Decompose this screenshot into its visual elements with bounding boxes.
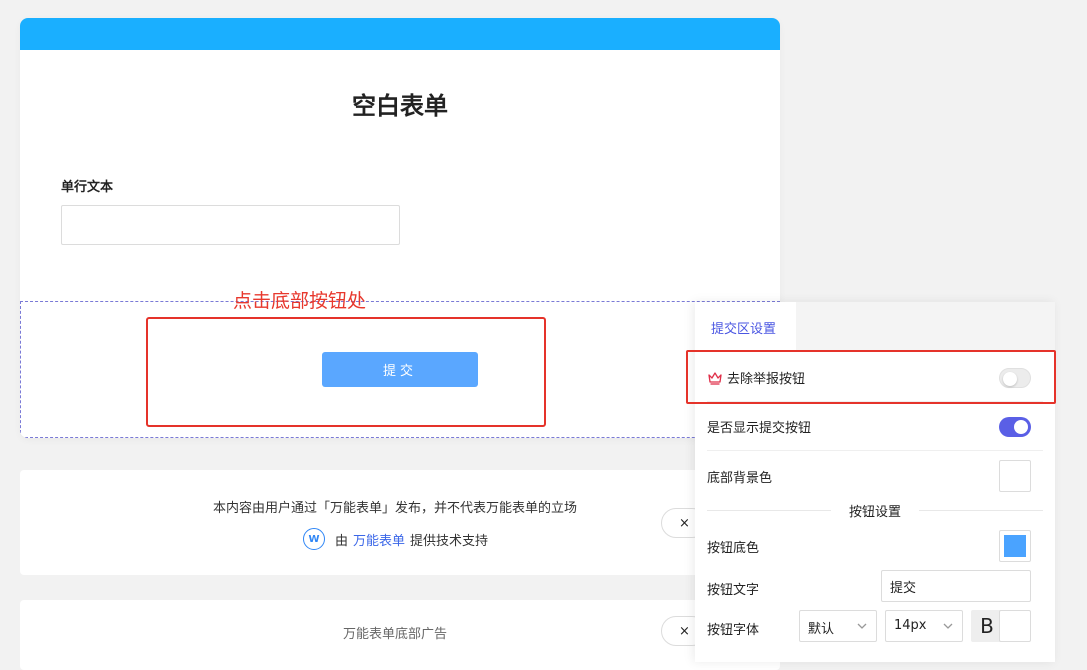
button-text-input[interactable] xyxy=(881,570,1031,602)
remove-report-label: 去除举报按钮 xyxy=(727,372,806,387)
button-bg-label: 按钮底色 xyxy=(707,540,760,556)
swatch-fill xyxy=(1004,615,1026,637)
bottom-bg-color-swatch[interactable] xyxy=(999,460,1031,492)
show-submit-toggle[interactable] xyxy=(999,417,1031,437)
show-submit-row: 是否显示提交按钮 xyxy=(707,403,1043,451)
show-submit-label: 是否显示提交按钮 xyxy=(707,421,812,436)
font-color-swatch[interactable] xyxy=(999,610,1031,642)
font-family-value: 默认 xyxy=(808,622,835,637)
tab-submit-area-settings[interactable]: 提交区设置 xyxy=(695,302,796,350)
button-text-label: 按钮文字 xyxy=(707,583,760,598)
form-title: 空白表单 xyxy=(352,92,448,120)
button-settings-divider: 按钮设置 xyxy=(707,498,1043,522)
powered-by-line: W 由 万能表单 提供技术支持 xyxy=(303,528,488,550)
disclaimer-text: 本内容由用户通过「万能表单」发布，并不代表万能表单的立场 xyxy=(212,501,577,516)
annotation-hint-text: 点击底部按钮处 xyxy=(233,290,367,312)
single-line-text-input[interactable] xyxy=(61,205,400,245)
close-icon: × xyxy=(679,515,690,531)
form-card: 空白表单 单行文本 提交 xyxy=(20,18,780,438)
ad-text: 万能表单底部广告 xyxy=(342,627,447,642)
bottom-bg-row: 底部背景色 xyxy=(707,452,1043,500)
divider-line xyxy=(919,510,1043,511)
remove-report-toggle[interactable] xyxy=(999,368,1031,388)
button-bg-row: 按钮底色 xyxy=(707,522,1043,570)
bottom-bg-label: 底部背景色 xyxy=(707,470,773,486)
chevron-down-icon xyxy=(943,623,953,629)
button-font-label: 按钮字体 xyxy=(707,623,760,638)
single-line-text-label: 单行文本 xyxy=(61,180,114,195)
powered-prefix: 由 xyxy=(335,533,349,549)
submit-area-settings-panel: 提交区设置 去除举报按钮 是否显示提交按钮 底部背景色 按钮设置 按钮底色 按钮… xyxy=(695,302,1055,662)
brand-logo-icon: W xyxy=(303,528,325,550)
chevron-down-icon xyxy=(857,623,867,629)
swatch-fill xyxy=(1004,465,1026,487)
font-family-select[interactable]: 默认 xyxy=(799,610,877,642)
ad-card: 万能表单底部广告 × xyxy=(20,600,780,670)
font-size-select[interactable]: 14px xyxy=(885,610,963,642)
toggle-knob xyxy=(1014,420,1028,434)
panel-tab-row: 提交区设置 xyxy=(695,302,1055,350)
remove-report-row: 去除举报按钮 xyxy=(707,354,1043,402)
disclaimer-card: 本内容由用户通过「万能表单」发布，并不代表万能表单的立场 W 由 万能表单 提供… xyxy=(20,470,780,575)
crown-icon xyxy=(708,371,722,385)
button-text-row: 按钮文字 xyxy=(707,570,1043,606)
submit-button[interactable]: 提交 xyxy=(322,352,478,387)
powered-brand-link[interactable]: 万能表单 xyxy=(353,530,405,549)
toggle-knob xyxy=(1003,372,1017,386)
form-header-bar xyxy=(20,18,780,50)
button-bg-color-swatch[interactable] xyxy=(999,530,1031,562)
submit-area[interactable]: 提交 xyxy=(20,301,780,438)
close-icon: × xyxy=(679,623,690,639)
button-font-row: 按钮字体 默认 14px B xyxy=(707,610,1043,646)
swatch-fill xyxy=(1004,535,1026,557)
font-size-value: 14px xyxy=(894,618,927,633)
powered-suffix: 提供技术支持 xyxy=(410,533,489,549)
